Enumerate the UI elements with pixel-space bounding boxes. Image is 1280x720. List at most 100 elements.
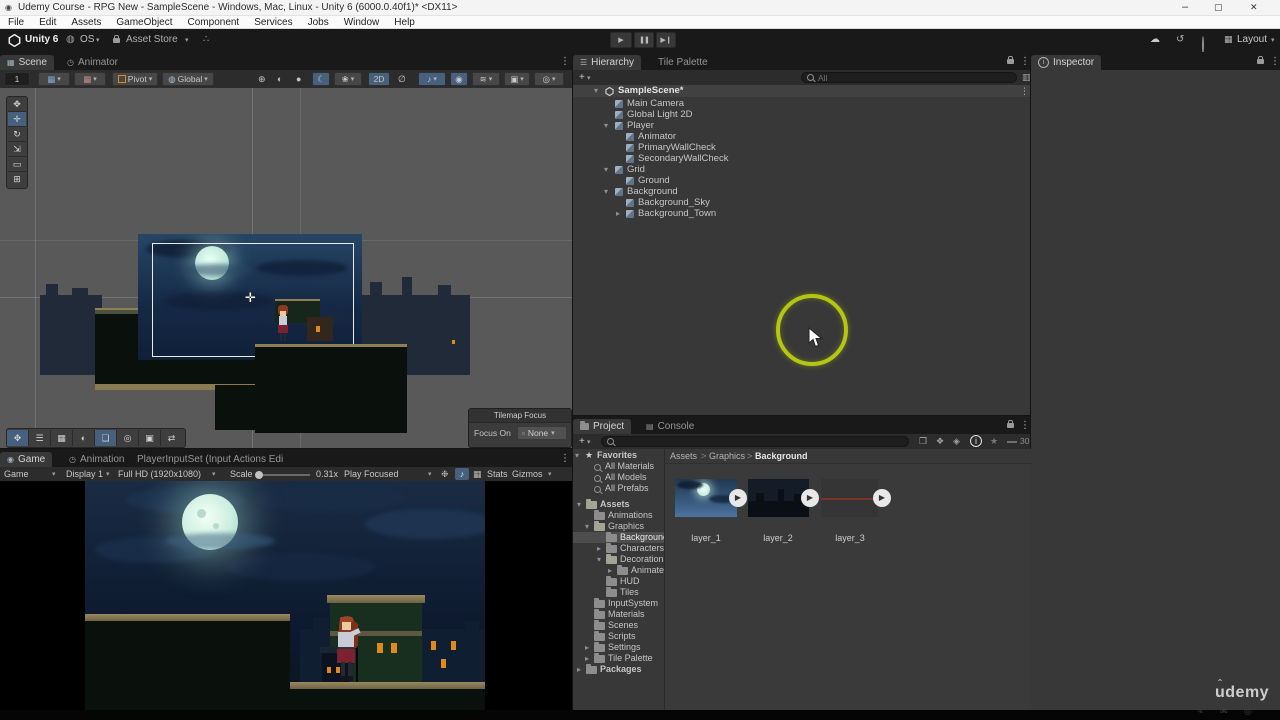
tree-decorations[interactable]: ▾ Decorations: [573, 554, 664, 565]
scene-panel-menu-icon[interactable]: ⋮: [560, 56, 570, 67]
scale-slider-knob[interactable]: [255, 471, 263, 479]
hierarchy-item-secondarywallcheck[interactable]: SecondaryWallCheck: [573, 153, 1030, 164]
tab-animator[interactable]: ◷ Animator: [60, 55, 125, 70]
tab-inspector[interactable]: i Inspector: [1031, 55, 1102, 70]
expand-arrow[interactable]: ▾: [585, 521, 589, 532]
tilemap-pick-button[interactable]: ❏: [95, 430, 117, 446]
grid-size-field[interactable]: 1: [4, 72, 30, 86]
collapsed-arrow[interactable]: ▸: [585, 642, 589, 653]
asset-store-dropdown[interactable]: Asset Store: [126, 34, 178, 45]
asset-label-layer2[interactable]: layer_2: [748, 533, 808, 543]
hidden-packages-icon[interactable]: i: [970, 435, 982, 447]
debug-bug-icon[interactable]: ❉: [441, 469, 449, 480]
tab-console[interactable]: ▤ Console: [639, 419, 701, 434]
scene-visibility-button[interactable]: ◉: [450, 72, 468, 86]
menu-assets[interactable]: Assets: [71, 17, 101, 28]
menu-file[interactable]: File: [8, 17, 24, 28]
focus-on-dropdown[interactable]: ▫ None ▾: [517, 426, 567, 440]
expand-arrow[interactable]: ▾: [604, 120, 608, 131]
hierarchy-item-global-light[interactable]: Global Light 2D: [573, 109, 1030, 120]
render-doodads-icon[interactable]: ⊕: [258, 74, 266, 85]
expand-sprite-button-layer1[interactable]: ▶: [729, 489, 747, 507]
transform-tool-button[interactable]: ⊞: [8, 172, 26, 186]
hierarchy-item-animator[interactable]: Animator: [573, 131, 1030, 142]
project-search-input[interactable]: [601, 436, 909, 447]
move-gizmo[interactable]: ✛: [245, 290, 256, 306]
hand-tool-button[interactable]: ✥: [8, 97, 26, 112]
layers-button[interactable]: ≋ ▾: [472, 72, 500, 86]
tree-all-materials[interactable]: All Materials: [573, 461, 664, 472]
lighting-toggle-icon[interactable]: ●: [296, 74, 301, 84]
play-button[interactable]: ▶: [610, 32, 632, 48]
tab-player-input-set[interactable]: PlayerInputSet (Input Actions Edi: [130, 452, 290, 467]
hierarchy-item-main-camera[interactable]: Main Camera: [573, 98, 1030, 109]
tree-scripts[interactable]: Scripts: [573, 631, 664, 642]
hierarchy-menu-icon[interactable]: ⋮: [1020, 56, 1030, 67]
hierarchy-lock-icon[interactable]: [1007, 56, 1014, 64]
effects-button[interactable]: ❀ ▾: [334, 72, 362, 86]
tree-characters[interactable]: ▸ Characters: [573, 543, 664, 554]
hierarchy-add-arrow[interactable]: ▾: [587, 74, 591, 82]
gizmos-scene-button[interactable]: ◎ ▾: [534, 72, 564, 86]
snap-increment-button[interactable]: ▦ ▾: [74, 72, 106, 86]
camera-settings-button[interactable]: ▣ ▾: [504, 72, 530, 86]
scale-slider-track[interactable]: [256, 474, 310, 476]
tree-background-selected[interactable]: Background: [573, 532, 664, 543]
gizmos-arrow[interactable]: ▾: [548, 470, 552, 478]
project-add-arrow[interactable]: ▾: [587, 438, 591, 446]
expand-arrow[interactable]: ▾: [577, 499, 581, 510]
menu-component[interactable]: Component: [188, 17, 240, 28]
tilemap-random-button[interactable]: ⇄: [161, 430, 182, 446]
game-viewport[interactable]: [0, 481, 572, 711]
layout-dropdown[interactable]: Layout: [1237, 34, 1267, 45]
display-arrow[interactable]: ▾: [106, 470, 110, 478]
hierarchy-item-background-town[interactable]: ▸ Background_Town: [573, 208, 1030, 219]
pause-button[interactable]: ❚❚: [634, 32, 654, 48]
account-dropdown-arrow[interactable]: ▾: [96, 36, 100, 44]
undo-history-icon[interactable]: ↺: [1176, 34, 1184, 45]
project-add-button[interactable]: +: [579, 436, 585, 447]
tree-animated[interactable]: ▸ Animated I: [573, 565, 664, 576]
scale-tool-button[interactable]: ⇲: [8, 142, 26, 157]
scene-header-menu-icon[interactable]: ⋮: [1020, 86, 1029, 97]
menu-jobs[interactable]: Jobs: [308, 17, 329, 28]
tilemap-move-button[interactable]: ☰: [29, 430, 51, 446]
project-menu-icon[interactable]: ⋮: [1020, 420, 1030, 431]
hierarchy-add-button[interactable]: +: [579, 72, 585, 83]
tree-graphics[interactable]: ▾ Graphics: [573, 521, 664, 532]
scene-audio-button[interactable]: ♪ ▾: [418, 72, 446, 86]
vsync-grid-icon[interactable]: ▦: [473, 469, 482, 480]
tab-project[interactable]: Project: [573, 419, 632, 434]
orientation-toggle-button[interactable]: ◍ Global ▾: [162, 72, 214, 86]
asset-label-layer3[interactable]: layer_3: [820, 533, 880, 543]
hierarchy-item-ground[interactable]: Ground: [573, 175, 1030, 186]
tree-settings[interactable]: ▸ Settings: [573, 642, 664, 653]
open-new-window-icon[interactable]: ❐: [919, 436, 927, 447]
mute-audio-button[interactable]: ♪: [455, 468, 469, 480]
expand-arrow[interactable]: ▾: [604, 186, 608, 197]
stats-button[interactable]: Stats: [487, 469, 508, 479]
layout-dropdown-arrow[interactable]: ▾: [1271, 36, 1275, 44]
tab-animation[interactable]: ◷ Animation: [62, 452, 131, 467]
tab-tile-palette[interactable]: Tile Palette: [651, 55, 715, 70]
expand-sprite-button-layer2[interactable]: ▶: [801, 489, 819, 507]
tree-materials[interactable]: Materials: [573, 609, 664, 620]
collapsed-arrow[interactable]: ▸: [597, 543, 601, 554]
menu-services[interactable]: Services: [254, 17, 292, 28]
breadcrumb-graphics[interactable]: Graphics: [709, 451, 745, 461]
tree-inputsystem[interactable]: InputSystem: [573, 598, 664, 609]
step-button[interactable]: ▶❙: [656, 32, 676, 48]
scene-viewport[interactable]: ✛ ✥ ✛ ↻ ⇲ ▭ ⊞ ✥ ☰ ▦ ◐ ❏ ◎ ▣ ⇄ Tilemap Fo…: [0, 88, 572, 448]
audio-mute-icon[interactable]: ∅: [398, 74, 406, 85]
tree-tiles[interactable]: Tiles: [573, 587, 664, 598]
tilemap-focus-title[interactable]: Tilemap Focus: [469, 409, 571, 423]
maximize-button[interactable]: ▢: [1214, 2, 1223, 13]
collapsed-arrow[interactable]: ▸: [616, 208, 620, 219]
asset-store-dropdown-arrow[interactable]: ▾: [185, 36, 189, 44]
collapsed-arrow[interactable]: ▸: [608, 565, 612, 576]
display-dropdown[interactable]: Display 1: [66, 469, 103, 479]
close-button[interactable]: ✕: [1250, 2, 1258, 13]
pivot-toggle-button[interactable]: Pivot ▾: [112, 72, 158, 86]
tilemap-select-button[interactable]: ✥: [7, 430, 29, 446]
tab-hierarchy[interactable]: ☰ Hierarchy: [573, 55, 641, 70]
